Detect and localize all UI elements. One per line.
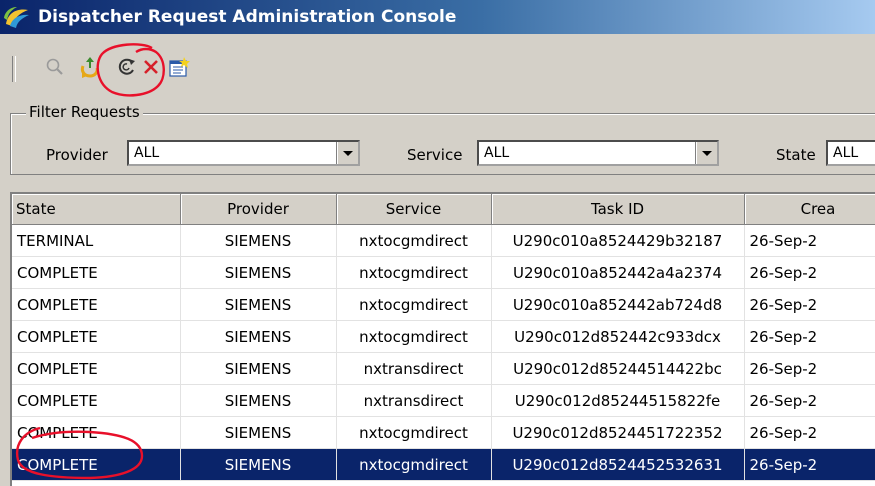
- cell-created: 26-Sep-2: [744, 352, 875, 385]
- provider-select[interactable]: ALL: [127, 140, 360, 166]
- state-value: ALL: [833, 145, 859, 161]
- cell-state: COMPLETE: [12, 448, 181, 481]
- cell-provider: SIEMENS: [180, 256, 337, 289]
- cell-task-id: U290c012d8524452532631: [491, 448, 745, 481]
- cell-created: 26-Sep-2: [744, 256, 875, 289]
- retry-button[interactable]: [75, 52, 105, 82]
- retry-icon: [80, 57, 99, 78]
- table-row[interactable]: COMPLETE SIEMENS nxtocgmdirect U290c012d…: [12, 320, 875, 353]
- cell-created: 26-Sep-2: [744, 320, 875, 353]
- cell-task-id: U290c012d8524451722352: [491, 416, 745, 449]
- cell-task-id: U290c010a852442ab724d8: [491, 288, 745, 321]
- cell-state: COMPLETE: [12, 352, 181, 385]
- column-header-state[interactable]: State: [12, 194, 181, 225]
- toolbar: [0, 34, 875, 96]
- refresh-icon: [118, 58, 135, 75]
- delete-icon: [144, 60, 158, 74]
- cell-task-id: U290c012d852442c933dcx: [491, 320, 745, 353]
- cell-service: nxtocgmdirect: [336, 288, 492, 321]
- provider-dropdown-button[interactable]: [337, 142, 358, 164]
- column-header-service[interactable]: Service: [336, 194, 492, 225]
- cell-created: 26-Sep-2: [744, 384, 875, 417]
- cell-task-id: U290c012d85244514422bc: [491, 352, 745, 385]
- table-row[interactable]: COMPLETE SIEMENS nxtocgmdirect U290c010a…: [12, 288, 875, 321]
- cell-task-id: U290c010a852442a4a2374: [491, 256, 745, 289]
- cell-service: nxtocgmdirect: [336, 224, 492, 257]
- cell-created: 26-Sep-2: [744, 288, 875, 321]
- search-button[interactable]: [40, 52, 70, 82]
- cell-provider: SIEMENS: [180, 224, 337, 257]
- service-select[interactable]: ALL: [477, 140, 719, 166]
- provider-label: Provider: [46, 146, 108, 164]
- cell-created: 26-Sep-2: [744, 448, 875, 481]
- chevron-down-icon: [702, 150, 712, 156]
- provider-value: ALL: [134, 145, 160, 161]
- cell-service: nxtocgmdirect: [336, 320, 492, 353]
- cell-service: nxtransdirect: [336, 384, 492, 417]
- cell-provider: SIEMENS: [180, 352, 337, 385]
- table-header: State Provider Service Task ID Crea: [12, 194, 875, 225]
- service-dropdown-button[interactable]: [696, 142, 717, 164]
- cell-provider: SIEMENS: [180, 448, 337, 481]
- cell-service: nxtocgmdirect: [336, 416, 492, 449]
- app-icon: [4, 7, 29, 28]
- cell-service: nxtocgmdirect: [336, 448, 492, 481]
- state-label: State: [776, 146, 816, 164]
- window-title: Dispatcher Request Administration Consol…: [38, 7, 457, 27]
- service-value: ALL: [484, 145, 510, 161]
- chevron-down-icon: [343, 150, 353, 156]
- cell-state: COMPLETE: [12, 288, 181, 321]
- cell-provider: SIEMENS: [180, 384, 337, 417]
- cell-state: COMPLETE: [12, 256, 181, 289]
- requests-table[interactable]: State Provider Service Task ID Crea TERM…: [10, 192, 875, 486]
- column-header-provider[interactable]: Provider: [180, 194, 337, 225]
- cell-state: TERMINAL: [12, 224, 181, 257]
- cell-state: COMPLETE: [12, 384, 181, 417]
- service-label: Service: [407, 146, 463, 164]
- cell-task-id: U290c010a8524429b32187: [491, 224, 745, 257]
- cell-task-id: U290c012d85244515822fe: [491, 384, 745, 417]
- properties-button[interactable]: [164, 52, 194, 82]
- cell-created: 26-Sep-2: [744, 224, 875, 257]
- table-row[interactable]: COMPLETE SIEMENS nxtransdirect U290c012d…: [12, 352, 875, 385]
- delete-button[interactable]: [136, 52, 166, 82]
- properties-icon: [169, 57, 190, 77]
- cell-service: nxtransdirect: [336, 352, 492, 385]
- column-header-task-id[interactable]: Task ID: [491, 194, 745, 225]
- table-row-selected[interactable]: COMPLETE SIEMENS nxtocgmdirect U290c012d…: [12, 448, 875, 481]
- title-bar: Dispatcher Request Administration Consol…: [0, 0, 875, 34]
- cell-provider: SIEMENS: [180, 320, 337, 353]
- state-select[interactable]: ALL: [826, 140, 875, 166]
- cell-state: COMPLETE: [12, 320, 181, 353]
- column-header-created[interactable]: Crea: [744, 194, 875, 225]
- table-row[interactable]: COMPLETE SIEMENS nxtransdirect U290c012d…: [12, 384, 875, 417]
- toolbar-grip: [12, 56, 16, 82]
- cell-created: 26-Sep-2: [744, 416, 875, 449]
- search-icon: [46, 58, 63, 75]
- table-row[interactable]: COMPLETE SIEMENS nxtocgmdirect U290c010a…: [12, 256, 875, 289]
- table-row[interactable]: TERMINAL SIEMENS nxtocgmdirect U290c010a…: [12, 224, 875, 257]
- table-row[interactable]: COMPLETE SIEMENS nxtocgmdirect U290c012d…: [12, 416, 875, 449]
- cell-provider: SIEMENS: [180, 288, 337, 321]
- filter-group-label: Filter Requests: [26, 103, 143, 121]
- cell-state: COMPLETE: [12, 416, 181, 449]
- cell-service: nxtocgmdirect: [336, 256, 492, 289]
- cell-provider: SIEMENS: [180, 416, 337, 449]
